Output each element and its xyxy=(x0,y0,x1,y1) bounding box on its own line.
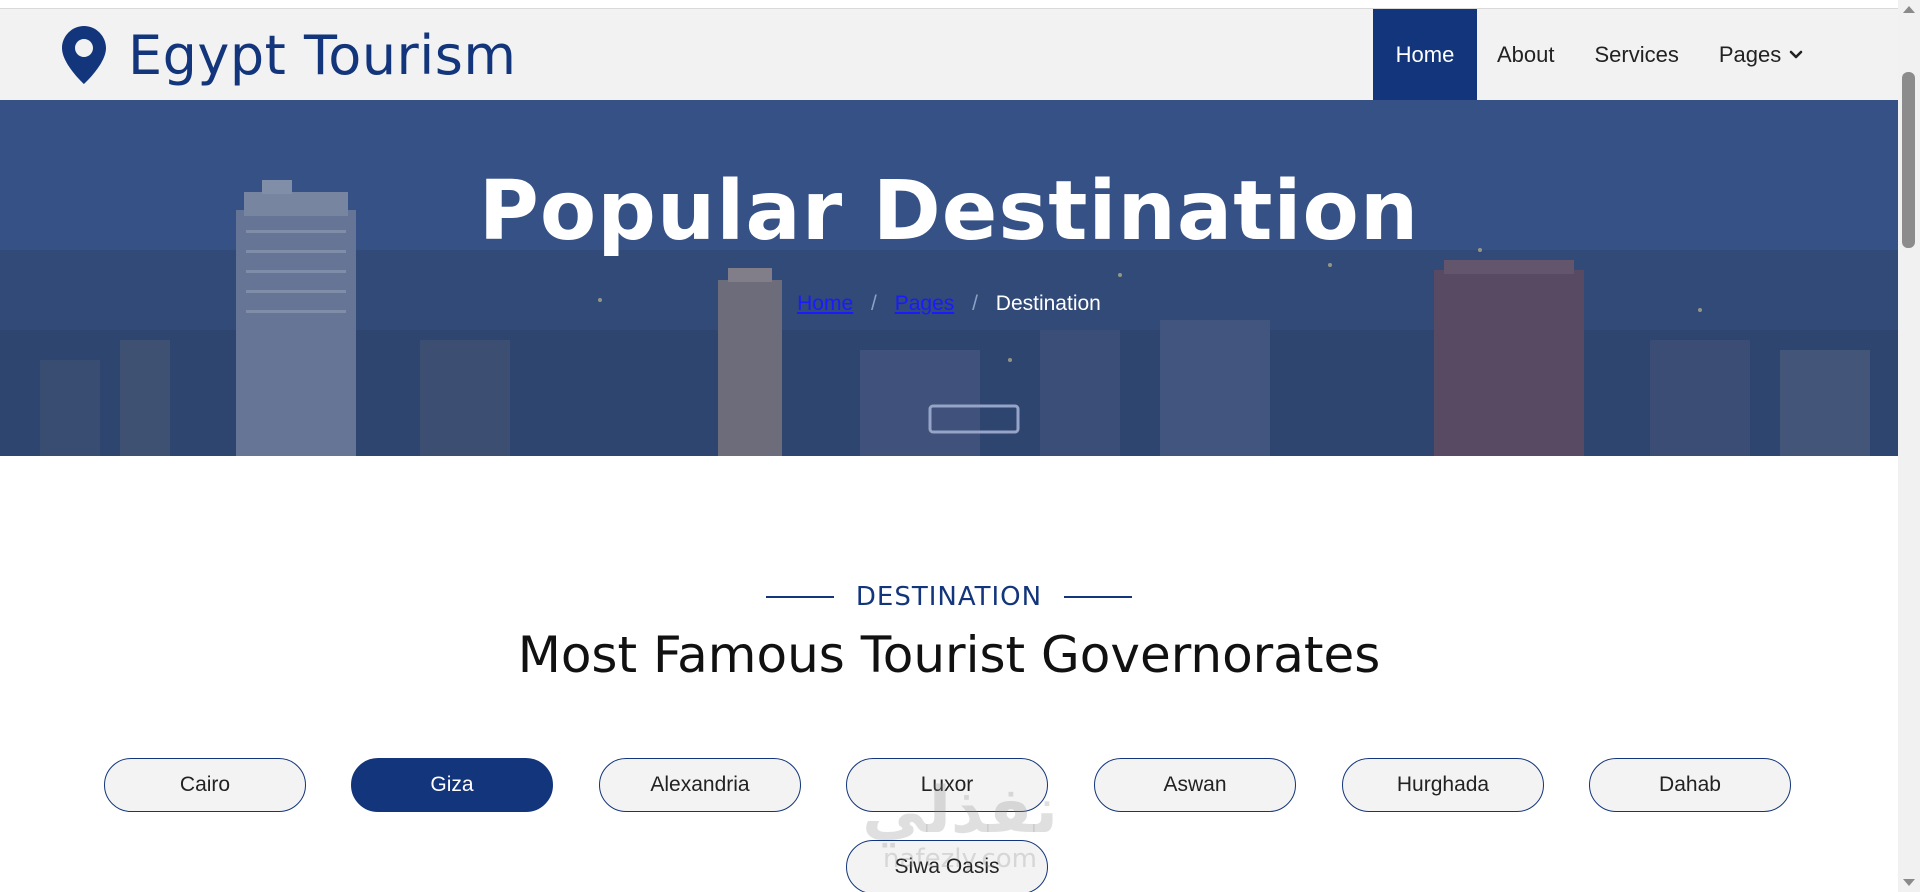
nav-pages-dropdown[interactable]: Pages xyxy=(1699,9,1823,100)
map-marker-icon xyxy=(62,26,106,84)
browser-top-edge xyxy=(0,0,1898,9)
hero-overlay xyxy=(0,100,1898,456)
brand-logo[interactable]: Egypt Tourism xyxy=(62,23,516,87)
pill-label: Aswan xyxy=(1163,773,1227,796)
pill-label: Dahab xyxy=(1659,773,1721,796)
governorate-pill-cairo[interactable]: Cairo xyxy=(104,758,306,812)
page: Egypt Tourism Home About Services Pages xyxy=(0,0,1920,892)
breadcrumb-current: Destination xyxy=(995,292,1101,315)
scroll-down-arrow-icon[interactable] xyxy=(1903,879,1915,886)
section-title: Most Famous Tourist Governorates xyxy=(517,626,1381,684)
chevron-down-icon xyxy=(1789,50,1803,58)
scroll-thumb[interactable] xyxy=(1902,72,1915,248)
pill-label: Cairo xyxy=(179,773,231,796)
breadcrumb: Home / Pages / Destination xyxy=(0,292,1898,316)
governorate-pill-luxor[interactable]: Luxor xyxy=(846,758,1048,812)
tag-divider-left xyxy=(765,596,834,598)
nav-about[interactable]: About xyxy=(1477,9,1575,100)
nav-services[interactable]: Services xyxy=(1575,9,1699,100)
tag-divider-right xyxy=(1064,596,1133,598)
main-nav: Home About Services Pages xyxy=(1373,9,1823,100)
pill-label: Siwa Oasis xyxy=(894,855,1000,878)
governorate-pill-siwa-oasis[interactable]: Siwa Oasis xyxy=(846,840,1048,892)
governorate-pill-giza[interactable]: Giza xyxy=(351,758,553,812)
hero-banner: Popular Destination Home / Pages / Desti… xyxy=(0,100,1898,456)
breadcrumb-home-link[interactable]: Home xyxy=(797,292,853,315)
breadcrumb-separator: / xyxy=(871,292,877,315)
pill-label: Giza xyxy=(430,773,474,796)
governorate-pill-dahab[interactable]: Dahab xyxy=(1589,758,1791,812)
navbar: Egypt Tourism Home About Services Pages xyxy=(0,9,1898,100)
breadcrumb-separator: / xyxy=(972,292,978,315)
nav-pages-label: Pages xyxy=(1718,41,1782,67)
page-scrollbar[interactable] xyxy=(1898,0,1920,892)
governorate-pill-aswan[interactable]: Aswan xyxy=(1094,758,1296,812)
section-tag-text: DESTINATION xyxy=(855,582,1043,612)
breadcrumb-pages-link[interactable]: Pages xyxy=(895,292,955,315)
brand-name: Egypt Tourism xyxy=(128,23,517,87)
pill-label: Alexandria xyxy=(650,773,750,796)
nav-services-label: Services xyxy=(1594,41,1679,67)
scroll-up-arrow-icon[interactable] xyxy=(1903,6,1915,13)
section-tag: DESTINATION xyxy=(0,582,1898,612)
nav-about-label: About xyxy=(1497,41,1555,67)
pill-label: Hurghada xyxy=(1396,773,1490,796)
governorate-pill-alexandria[interactable]: Alexandria xyxy=(599,758,801,812)
pill-label: Luxor xyxy=(920,773,974,796)
page-title: Popular Destination xyxy=(478,164,1420,259)
nav-home[interactable]: Home xyxy=(1373,9,1477,100)
governorate-pill-hurghada[interactable]: Hurghada xyxy=(1342,758,1544,812)
nav-home-label: Home xyxy=(1395,41,1455,67)
